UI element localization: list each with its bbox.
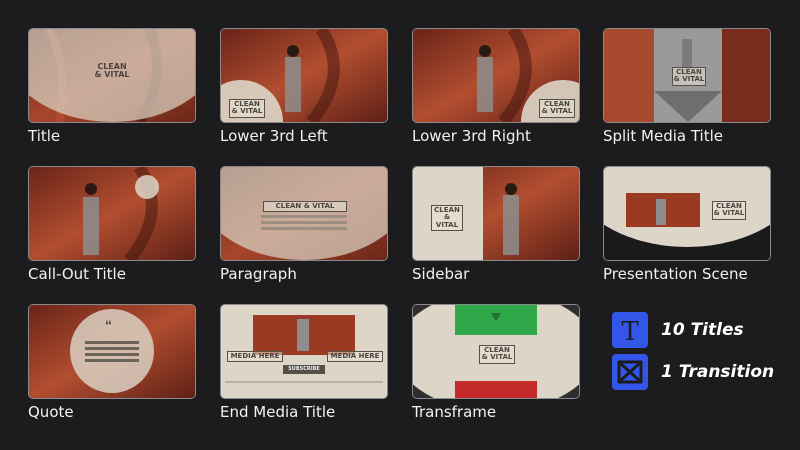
thumbnail[interactable]: CLEAN & VITAL <box>603 166 771 261</box>
template-label: End Media Title <box>220 403 336 421</box>
thumbnail-title-line: CLEAN & VITAL <box>275 202 335 210</box>
canyon-photo <box>29 305 195 398</box>
template-card-paragraph[interactable]: CLEAN & VITAL Paragraph <box>220 166 388 283</box>
template-label: Call-Out Title <box>28 265 126 283</box>
thumbnail[interactable]: “ <box>28 304 196 399</box>
template-card-end-media-title[interactable]: MEDIA HERE MEDIA HERE SUBSCRIBE End Medi… <box>220 304 388 421</box>
template-card-presentation-scene[interactable]: CLEAN & VITAL Presentation Scene <box>603 166 771 283</box>
template-card-split-media-title[interactable]: CLEAN & VITAL Split Media Title <box>603 28 771 145</box>
thumbnail-title-line: MEDIA HERE <box>230 352 280 360</box>
template-label: Paragraph <box>220 265 297 283</box>
thumbnail[interactable]: CLEAN & VITAL <box>220 166 388 261</box>
thumbnail-title-line: & VITAL <box>673 75 705 84</box>
thumbnail-title-line: & VITAL <box>713 209 745 218</box>
title-t-icon: T <box>612 312 648 348</box>
legend-transitions-label: 1 Transition <box>661 362 775 382</box>
thumbnail[interactable]: CLEAN & VITAL <box>220 28 388 123</box>
thumbnail-title-line: MEDIA HERE <box>330 352 380 360</box>
template-card-call-out-title[interactable]: Call-Out Title <box>28 166 196 283</box>
quote-mark-icon: “ <box>105 317 112 333</box>
template-label: Transframe <box>412 403 497 421</box>
legend-transitions: 1 Transition <box>612 354 774 390</box>
template-label: Lower 3rd Left <box>220 127 328 145</box>
template-label: Lower 3rd Right <box>412 127 531 145</box>
thumbnail[interactable]: CLEAN & VITAL <box>28 28 196 123</box>
legend-titles-label: 10 Titles <box>661 320 744 340</box>
thumbnail[interactable]: CLEAN & VITAL <box>603 28 771 123</box>
thumbnail[interactable] <box>28 166 196 261</box>
canyon-photo <box>221 167 387 260</box>
transition-bowtie-icon <box>612 354 648 390</box>
thumbnail-title-line: SUBSCRIBE <box>288 366 320 372</box>
legend-titles: T 10 Titles <box>612 312 744 348</box>
template-card-lower-3rd-right[interactable]: CLEAN & VITAL Lower 3rd Right <box>412 28 580 145</box>
template-card-sidebar[interactable]: CLEAN & VITAL Sidebar <box>412 166 580 283</box>
template-label: Title <box>28 127 61 145</box>
template-label: Presentation Scene <box>603 265 748 283</box>
svg-text:T: T <box>621 317 639 344</box>
thumbnail[interactable]: CLEAN & VITAL <box>412 166 580 261</box>
thumbnail-title-line: & VITAL <box>481 353 513 362</box>
thumbnail-title-line: & VITAL <box>435 213 459 229</box>
thumbnail[interactable]: CLEAN & VITAL <box>412 304 580 399</box>
thumbnail-title-line: & VITAL <box>231 107 263 116</box>
template-label: Split Media Title <box>603 127 723 145</box>
thumbnail[interactable]: MEDIA HERE MEDIA HERE SUBSCRIBE <box>220 304 388 399</box>
template-card-title[interactable]: CLEAN & VITAL Title <box>28 28 196 145</box>
thumbnail-title-line: & VITAL <box>541 107 573 116</box>
thumbnail-title-line: & VITAL <box>94 70 130 80</box>
template-card-quote[interactable]: “ Quote <box>28 304 196 421</box>
template-card-transframe[interactable]: CLEAN & VITAL Transframe <box>412 304 580 421</box>
template-card-lower-3rd-left[interactable]: CLEAN & VITAL Lower 3rd Left <box>220 28 388 145</box>
template-label: Quote <box>28 403 74 421</box>
thumbnail[interactable]: CLEAN & VITAL <box>412 28 580 123</box>
canyon-photo <box>29 167 195 260</box>
template-label: Sidebar <box>412 265 470 283</box>
